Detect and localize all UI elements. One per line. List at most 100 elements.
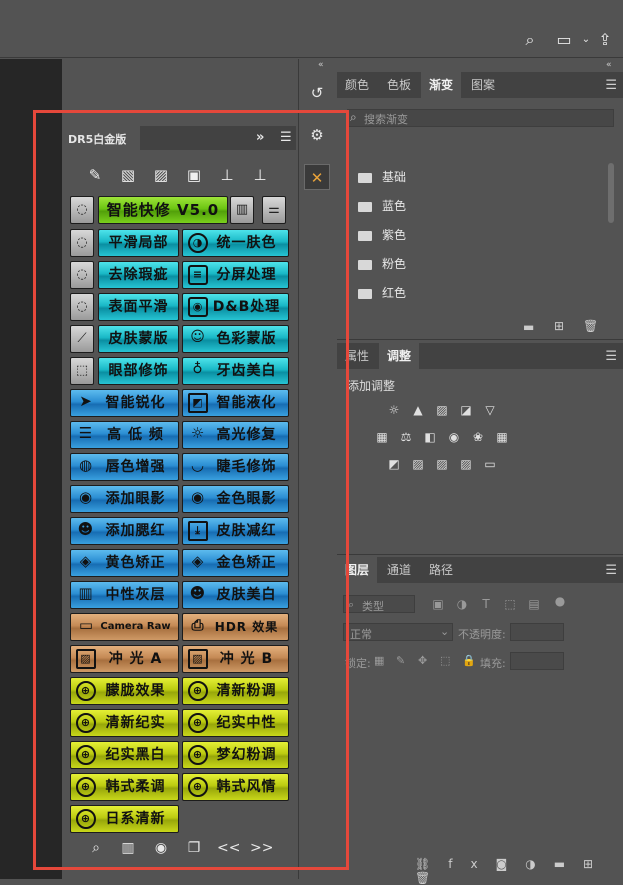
frequency-separation-button[interactable]: ☰ 高 低 频 <box>70 421 179 449</box>
gradient-map-icon[interactable]: ▭ <box>482 457 498 471</box>
flash-b-button[interactable]: ▨ 冲 光 B <box>182 645 289 673</box>
nodes-icon[interactable]: ⚙ <box>304 122 330 148</box>
bandage-icon[interactable]: ▧ <box>118 165 138 185</box>
neutral-gray-button[interactable]: ▥ 中性灰层 <box>70 581 179 609</box>
prev-page-button[interactable]: << <box>217 840 240 856</box>
curves-icon[interactable]: ▨ <box>434 403 450 417</box>
gradient-folder[interactable]: 粉色 <box>358 255 406 273</box>
dodge-burn-button[interactable]: ◉ D&B处理 <box>182 293 289 321</box>
dr5-plugin-icon[interactable]: ✕ <box>304 164 330 190</box>
tab-swatches[interactable]: 色板 <box>379 72 419 98</box>
lock-pixels-icon[interactable]: ▦ <box>374 654 384 667</box>
tab-gradient[interactable]: 渐变 <box>421 72 462 98</box>
selection-icon[interactable]: ⬚ <box>70 357 94 385</box>
lash-retouch-button[interactable]: ◡ 睫毛修饰 <box>182 453 289 481</box>
layer-filter-select[interactable]: ⌕ 类型 <box>343 595 415 613</box>
remove-blemish-button[interactable]: 去除瑕疵 <box>98 261 179 289</box>
bandage-alt-icon[interactable]: ▨ <box>151 165 171 185</box>
panel-menu-icon[interactable]: ☰ <box>605 349 617 364</box>
teeth-whiten-button[interactable]: ♁ 牙齿美白 <box>182 357 289 385</box>
share-icon[interactable]: ⇪ <box>595 30 615 50</box>
hdr-effect-button[interactable]: ⎙ HDR 效果 <box>182 613 289 641</box>
docu-neutral-button[interactable]: ⊕ 纪实中性 <box>182 709 289 737</box>
mask-icon[interactable]: ◙ <box>496 857 526 871</box>
folder-icon[interactable]: ▬ <box>554 857 583 871</box>
hazy-effect-button[interactable]: ⊕ 朦胧效果 <box>70 677 179 705</box>
fill-input[interactable] <box>510 652 564 670</box>
panel-menu-icon[interactable]: ☰ <box>280 130 292 145</box>
brightness-icon[interactable]: ☼ <box>386 403 402 417</box>
text-filter-icon[interactable]: T <box>478 597 494 611</box>
hue-icon[interactable]: ▦ <box>374 430 390 444</box>
sliders-icon[interactable]: ⚌ <box>262 196 286 224</box>
lock-brush-icon[interactable]: ✎ <box>396 654 405 667</box>
stamp-icon[interactable]: ⊥ <box>217 165 237 185</box>
selective-color-icon[interactable]: ▨ <box>458 457 474 471</box>
dr5-tab-title[interactable]: DR5白金版 <box>68 131 126 147</box>
smart-filter-icon[interactable]: ▤ <box>526 597 542 611</box>
collapse-icon[interactable]: « <box>606 60 612 70</box>
lookup-icon[interactable]: ▦ <box>494 430 510 444</box>
add-icon[interactable]: ⊞ <box>554 319 564 333</box>
panel-menu-icon[interactable]: ☰ <box>605 78 617 93</box>
gradient-folder[interactable]: 基础 <box>358 168 406 186</box>
mixer-icon[interactable]: ❀ <box>470 430 486 444</box>
camera-raw-button[interactable]: ▭ Camera Raw <box>70 613 179 641</box>
docu-bw-button[interactable]: ⊕ 纪实黑白 <box>70 741 179 769</box>
bw-icon[interactable]: ◧ <box>422 430 438 444</box>
lock-artboard-icon[interactable]: ⬚ <box>440 654 450 667</box>
panel-menu-icon[interactable]: ☰ <box>605 563 617 578</box>
search-icon[interactable]: ⌕ <box>86 840 106 856</box>
smooth-local-button[interactable]: 平滑局部 <box>98 229 179 257</box>
gradient-folder[interactable]: 蓝色 <box>358 197 406 215</box>
trash-icon[interactable]: 🗑 <box>583 319 598 333</box>
eye-retouch-button[interactable]: 眼部修饰 <box>98 357 179 385</box>
gradient-folder[interactable]: 紫色 <box>358 226 406 244</box>
add-blush-button[interactable]: ☻ 添加腮红 <box>70 517 179 545</box>
trash-icon[interactable]: 🗑 <box>415 871 448 885</box>
panel-view-icon[interactable]: ▥ <box>118 840 138 856</box>
workspace-icon[interactable]: ▭ <box>552 30 576 50</box>
adjustment-layer-icon[interactable]: ◑ <box>525 857 553 871</box>
fx-icon[interactable]: fx <box>448 857 495 871</box>
tab-layers[interactable]: 图层 <box>337 557 378 583</box>
levels-icon[interactable]: ▲ <box>410 403 426 417</box>
fresh-pink-button[interactable]: ⊕ 清新粉调 <box>182 677 289 705</box>
tab-color[interactable]: 颜色 <box>337 72 377 98</box>
skin-mask-button[interactable]: 皮肤蒙版 <box>98 325 179 353</box>
lasso-icon[interactable]: ◌ <box>70 229 94 257</box>
collapse-icon[interactable]: « <box>318 60 324 70</box>
chip-icon[interactable]: ▣ <box>184 165 204 185</box>
eye-icon[interactable]: ◉ <box>151 840 171 856</box>
split-process-button[interactable]: ≡ 分屏处理 <box>182 261 289 289</box>
smart-sharpen-button[interactable]: ➤ 智能锐化 <box>70 389 179 417</box>
unify-skin-button[interactable]: ◑ 统一肤色 <box>182 229 289 257</box>
fresh-docu-button[interactable]: ⊕ 清新纪实 <box>70 709 179 737</box>
gold-correct-button[interactable]: ◈ 金色矫正 <box>182 549 289 577</box>
tab-paths[interactable]: 路径 <box>421 557 461 583</box>
color-mask-button[interactable]: ☺ 色彩蒙版 <box>182 325 289 353</box>
korean-style-button[interactable]: ⊕ 韩式风情 <box>182 773 289 801</box>
smart-fix-button[interactable]: 智能快修 V5.0 <box>98 196 228 224</box>
tab-channels[interactable]: 通道 <box>379 557 419 583</box>
brush-icon[interactable]: ✎ <box>85 165 105 185</box>
gradient-folder[interactable]: 红色 <box>358 284 406 302</box>
adjust-filter-icon[interactable]: ◑ <box>454 597 470 611</box>
stamp-pattern-icon[interactable]: ⊥ <box>250 165 270 185</box>
lock-move-icon[interactable]: ✥ <box>418 654 427 667</box>
lasso-icon[interactable]: ◌ <box>70 196 94 224</box>
tab-properties[interactable]: 属性 <box>337 343 377 369</box>
vibrance-icon[interactable]: ▽ <box>482 403 498 417</box>
blend-mode-select[interactable]: 正常 ⌄ <box>343 623 453 641</box>
lip-enhance-button[interactable]: ◍ 唇色增强 <box>70 453 179 481</box>
highlight-repair-button[interactable]: ☼ 高光修复 <box>182 421 289 449</box>
folder-icon[interactable]: ▬ <box>523 320 534 334</box>
skin-reduce-red-button[interactable]: ⤓ 皮肤减红 <box>182 517 289 545</box>
tab-adjustments[interactable]: 调整 <box>379 343 420 369</box>
skin-whiten-button[interactable]: ☻ 皮肤美白 <box>182 581 289 609</box>
balance-icon[interactable]: ⚖ <box>398 430 414 444</box>
copy-icon[interactable]: ❐ <box>184 840 204 856</box>
chevron-down-icon[interactable]: ⌄ <box>576 30 596 50</box>
scrollbar[interactable] <box>608 163 614 223</box>
shape-filter-icon[interactable]: ⬚ <box>502 597 518 611</box>
